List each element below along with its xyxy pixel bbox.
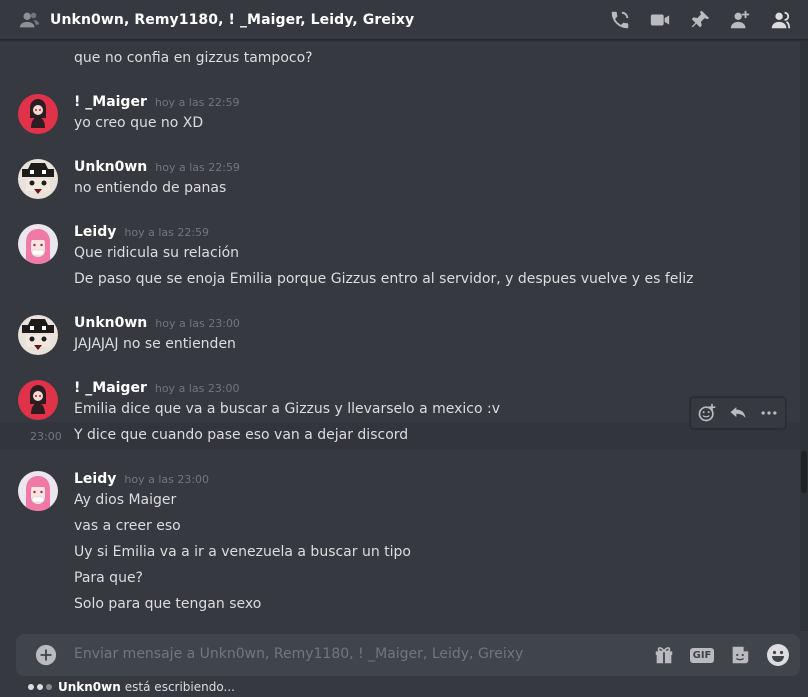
maiger-avatar[interactable] xyxy=(18,380,58,420)
pin-icon xyxy=(691,10,710,28)
message-content: Para que? xyxy=(74,570,143,586)
add-member-icon xyxy=(730,10,750,29)
leidy-avatar[interactable] xyxy=(18,471,58,511)
author-name[interactable]: ! _Maiger xyxy=(74,94,147,110)
emoji-button[interactable] xyxy=(766,643,790,667)
channel-header: Unkn0wn, Remy1180, ! _Maiger, Leidy, Gre… xyxy=(0,0,808,40)
message-timestamp: hoy a las 23:00 xyxy=(124,473,210,486)
message-content: Solo para que tengan sexo xyxy=(74,596,262,612)
unknown-avatar[interactable] xyxy=(18,315,58,355)
author-name[interactable]: Leidy xyxy=(74,471,116,487)
scrollbar-thumb[interactable] xyxy=(801,451,807,493)
message-composer[interactable]: Enviar mensaje a Unkn0wn, Remy1180, ! _M… xyxy=(16,634,800,676)
message-author[interactable]: Unkn0wn hoy a las 23:00 xyxy=(74,315,240,331)
upload-plus-icon[interactable] xyxy=(35,644,57,666)
message-list[interactable]: que no confia en gizzus tampoco? ! _Maig… xyxy=(0,41,800,631)
author-name[interactable]: Leidy xyxy=(74,224,116,240)
message-content: Y dice que cuando pase eso van a dejar d… xyxy=(74,427,409,443)
message-author[interactable]: ! _Maiger hoy a las 23:00 xyxy=(74,380,240,396)
hover-timestamp: 23:00 xyxy=(30,430,62,443)
message-timestamp: hoy a las 22:59 xyxy=(155,161,240,174)
message-scrollbar[interactable] xyxy=(800,41,808,631)
reply-button[interactable] xyxy=(726,401,750,425)
member-list-icon xyxy=(771,11,791,29)
gift-icon xyxy=(655,647,673,664)
add-reaction-icon xyxy=(698,403,715,422)
message-content: JAJAJAJ no se entienden xyxy=(74,336,236,352)
group-dm-icon xyxy=(19,12,40,27)
gift-button[interactable] xyxy=(652,643,676,667)
typing-user: Unkn0wn xyxy=(58,680,121,694)
maiger-avatar[interactable] xyxy=(18,94,58,134)
author-name[interactable]: ! _Maiger xyxy=(74,380,147,396)
message-content: Uy si Emilia va a ir a venezuela a busca… xyxy=(74,544,411,560)
message-content: Ay dios Maiger xyxy=(74,492,177,508)
start-voice-call-button[interactable] xyxy=(600,8,640,32)
message-author[interactable]: Leidy hoy a las 22:59 xyxy=(74,224,209,240)
typing-dot xyxy=(37,684,43,690)
video-icon xyxy=(650,14,670,26)
message-content: De paso que se enoja Emilia porque Gizzu… xyxy=(74,271,694,287)
message-timestamp: hoy a las 23:00 xyxy=(154,382,240,395)
message-timestamp: hoy a las 22:59 xyxy=(124,226,210,239)
message-timestamp: hoy a las 23:00 xyxy=(155,317,240,330)
sticker-button[interactable] xyxy=(728,643,752,667)
message-actions-toolbar xyxy=(690,397,786,429)
typing-dots-icon xyxy=(28,684,52,690)
add-friends-to-dm-button[interactable] xyxy=(720,8,760,32)
message-input[interactable]: Enviar mensaje a Unkn0wn, Remy1180, ! _M… xyxy=(74,646,523,662)
message-content: yo creo que no XD xyxy=(74,115,204,131)
message-content: vas a creer eso xyxy=(74,518,181,534)
message-timestamp: hoy a las 22:59 xyxy=(154,96,240,109)
gif-button[interactable]: GIF xyxy=(689,643,715,667)
sticker-icon xyxy=(732,646,749,664)
message-author[interactable]: Unkn0wn hoy a las 22:59 xyxy=(74,159,240,175)
more-options-button[interactable] xyxy=(757,401,781,425)
more-icon xyxy=(761,411,777,415)
start-video-call-button[interactable] xyxy=(640,8,680,32)
gif-icon: GIF xyxy=(689,647,715,663)
emoji-icon xyxy=(767,644,789,666)
message-content: que no confia en gizzus tampoco? xyxy=(74,50,313,66)
typing-dot xyxy=(46,684,52,690)
member-list-button[interactable] xyxy=(760,8,800,32)
author-name[interactable]: Unkn0wn xyxy=(74,159,147,175)
channel-title: Unkn0wn, Remy1180, ! _Maiger, Leidy, Gre… xyxy=(50,11,415,28)
unknown-avatar[interactable] xyxy=(18,159,58,199)
pinned-messages-button[interactable] xyxy=(680,8,720,32)
call-icon xyxy=(611,11,629,29)
author-name[interactable]: Unkn0wn xyxy=(74,315,147,331)
leidy-avatar[interactable] xyxy=(18,224,58,264)
typing-indicator: Unkn0wn está escribiendo... xyxy=(28,680,235,694)
message-content: Que ridicula su relación xyxy=(74,245,240,261)
typing-text: está escribiendo... xyxy=(124,680,235,694)
typing-dot xyxy=(28,684,34,690)
message-author[interactable]: ! _Maiger hoy a las 22:59 xyxy=(74,94,240,110)
add-reaction-button[interactable] xyxy=(695,401,719,425)
message-content: Emilia dice que va a buscar a Gizzus y l… xyxy=(74,401,500,417)
message-content: no entiendo de panas xyxy=(74,180,227,196)
message-author[interactable]: Leidy hoy a las 23:00 xyxy=(74,471,209,487)
reply-icon xyxy=(730,407,746,418)
